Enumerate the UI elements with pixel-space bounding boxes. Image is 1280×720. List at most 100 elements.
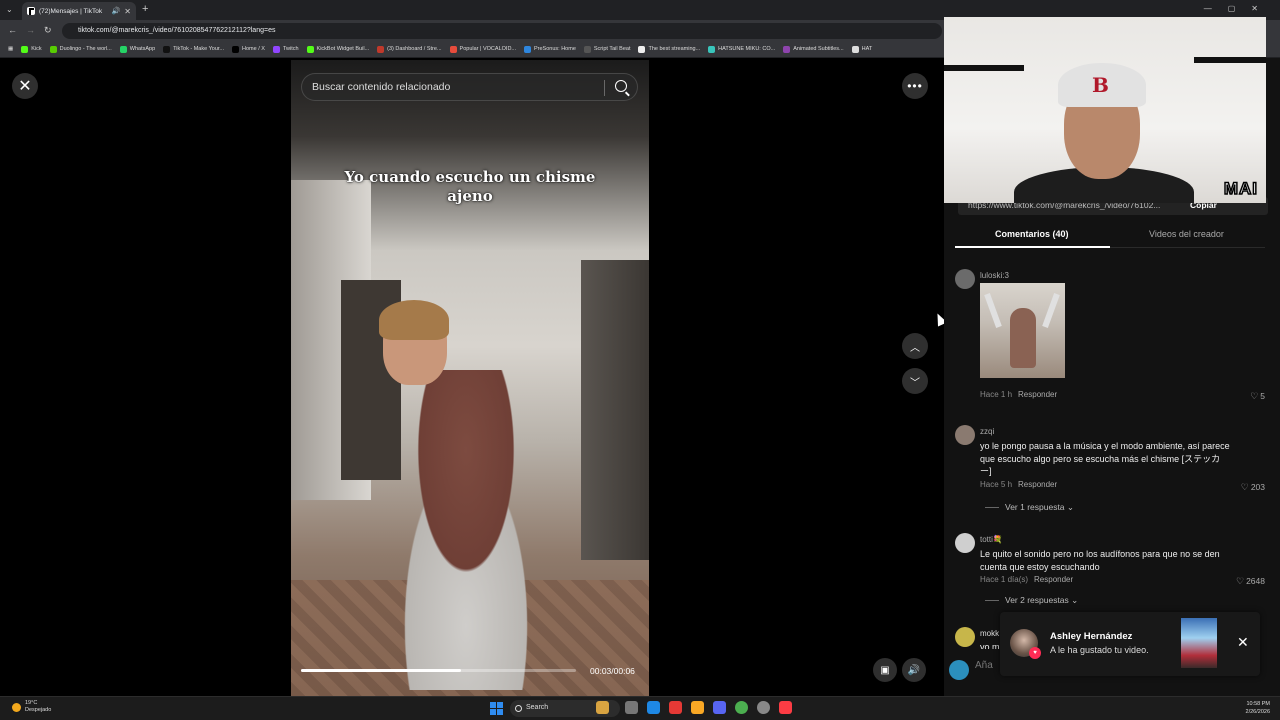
maximize-icon[interactable]: ▢	[1228, 4, 1236, 13]
comment-username[interactable]: mokk	[980, 629, 999, 638]
bookmark-item[interactable]: Home / X	[232, 45, 265, 53]
related-search-input[interactable]: Buscar contenido relacionado	[301, 73, 638, 101]
avatar[interactable]	[955, 425, 975, 445]
like-button[interactable]: ♡ 2648	[1236, 576, 1265, 587]
webcam-cap-logo: B	[1092, 73, 1109, 97]
browser-tab[interactable]: (72)Mensajes | TikTok 🔊 ✕	[22, 2, 136, 20]
bookmark-label: The best streaming...	[648, 46, 701, 52]
bookmark-item[interactable]: Twitch	[272, 45, 299, 53]
close-viewer-button[interactable]: ✕	[12, 73, 38, 99]
volume-icon: 🔊	[907, 664, 921, 676]
bookmark-item[interactable]: HATSUNE MIKU: CO...	[708, 45, 775, 53]
edge-icon[interactable]	[647, 701, 660, 714]
music-icon[interactable]	[779, 701, 792, 714]
volume-button[interactable]: 🔊	[902, 658, 926, 682]
settings-icon[interactable]	[757, 701, 770, 714]
like-button[interactable]: ♡ 203	[1241, 482, 1265, 493]
video-time: 00:03/00:06	[590, 666, 635, 676]
taskbar: 19°C Despejado Search 10:58 PM 2/26/2026	[0, 696, 1280, 720]
video-progress-fill	[301, 669, 461, 672]
like-count: 203	[1250, 482, 1265, 492]
heart-icon: ♡	[1250, 391, 1259, 401]
chrome-icon[interactable]	[735, 701, 748, 714]
weather-widget[interactable]: 19°C Despejado	[12, 700, 51, 714]
bookmark-item[interactable]: Animated Subtitles...	[783, 45, 844, 53]
task-view-icon[interactable]	[625, 701, 638, 714]
reply-button[interactable]: Responder	[1034, 575, 1073, 584]
comment-image-detail	[1042, 293, 1060, 328]
bookmark-item[interactable]: The best streaming...	[638, 45, 701, 53]
more-icon: •••	[907, 79, 923, 93]
clock[interactable]: 10:58 PM 2/26/2026	[1246, 700, 1270, 716]
tab-close-icon[interactable]: ✕	[124, 7, 131, 16]
bookmark-icon	[783, 45, 791, 53]
floating-player-button[interactable]: ▣	[873, 658, 897, 682]
avatar[interactable]	[955, 269, 975, 289]
heart-icon: ♡	[1236, 576, 1245, 586]
bookmark-label: TikTok - Make Your...	[173, 46, 225, 52]
windows-start-icon[interactable]	[490, 702, 503, 715]
view-replies-button[interactable]: Ver 2 respuestas ⌄	[985, 595, 1078, 606]
bookmark-item[interactable]: Duolingo - The worl...	[49, 45, 112, 53]
bookmark-item[interactable]: WhatsApp	[119, 45, 155, 53]
bookmark-item[interactable]: Popular | VOCALOID...	[449, 45, 516, 53]
url-field[interactable]: tiktok.com/@marekcris_/video/76102085477…	[62, 23, 942, 39]
weather-condition: Despejado	[25, 707, 52, 713]
bookmark-item[interactable]: KickBot Widget Buil...	[306, 45, 369, 53]
bookmark-label: PreSonus: Home	[534, 46, 576, 52]
sun-icon	[12, 702, 21, 712]
video-player[interactable]	[291, 60, 649, 696]
comment-item: totti💐 Le quito el sonido pero no los au…	[955, 533, 1275, 613]
search-placeholder: Buscar contenido relacionado	[312, 81, 451, 93]
bookmark-item[interactable]: (3) Dashboard / Stre...	[377, 45, 442, 53]
avatar[interactable]	[949, 660, 969, 680]
comment-meta: Hace 1 h Responder	[980, 390, 1057, 399]
tab-list-icon[interactable]: ⌄	[6, 5, 13, 14]
tab-comments[interactable]: Comentarios (40)	[995, 229, 1069, 239]
comment-username[interactable]: zzqi	[980, 427, 994, 436]
bookmark-icon	[638, 45, 646, 53]
replies-label: Ver 2 respuestas	[1005, 595, 1069, 605]
next-video-button[interactable]: ﹀	[902, 368, 928, 394]
previous-video-button[interactable]: ︿	[902, 333, 928, 359]
bookmark-icon	[449, 45, 457, 53]
bookmark-icon	[708, 45, 716, 53]
bookmark-item[interactable]: PreSonus: Home	[524, 45, 576, 53]
like-button[interactable]: ♡ 5	[1250, 391, 1265, 402]
bookmark-item[interactable]: Kick	[21, 45, 42, 53]
more-options-button[interactable]: •••	[902, 73, 928, 99]
comment-username[interactable]: totti💐	[980, 535, 1003, 544]
comment-image[interactable]	[980, 283, 1065, 378]
bookmark-label: HAT	[861, 46, 873, 52]
new-tab-button[interactable]: +	[142, 3, 148, 15]
notification-close-icon[interactable]: ✕	[1237, 634, 1249, 651]
speaker-icon[interactable]: 🔊	[112, 7, 121, 15]
tab-creator-videos[interactable]: Videos del creador	[1149, 229, 1224, 239]
bookmark-item[interactable]: TikTok - Make Your...	[163, 45, 225, 53]
bookmark-label: (3) Dashboard / Stre...	[387, 46, 442, 52]
window-close-icon[interactable]: ✕	[1251, 4, 1258, 13]
forward-icon[interactable]: →	[26, 25, 35, 35]
avatar[interactable]	[955, 627, 975, 647]
bookmark-item[interactable]: Script Tail Beat	[583, 45, 630, 53]
discord-icon[interactable]	[713, 701, 726, 714]
file-explorer-icon[interactable]	[691, 701, 704, 714]
tiktok-favicon-icon	[27, 7, 35, 15]
bookmark-icon	[524, 45, 531, 53]
reply-button[interactable]: Responder	[1018, 480, 1057, 489]
back-icon[interactable]: ←	[8, 25, 17, 35]
widgets-icon[interactable]	[596, 701, 609, 714]
search-icon[interactable]	[615, 80, 627, 92]
view-replies-button[interactable]: Ver 1 respuesta ⌄	[985, 502, 1074, 513]
bookmark-item[interactable]: HAT	[851, 45, 873, 53]
comment-meta: Hace 5 h Responder	[980, 480, 1057, 489]
avatar[interactable]	[955, 533, 975, 553]
reload-icon[interactable]: ↻	[44, 25, 52, 36]
reply-button[interactable]: Responder	[1018, 390, 1057, 399]
minimize-icon[interactable]: —	[1204, 4, 1212, 13]
app-icon[interactable]	[669, 701, 682, 714]
apps-icon[interactable]: ▦	[8, 46, 13, 52]
comment-username[interactable]: luloski:3	[980, 271, 1009, 280]
video-progress-bar[interactable]	[301, 669, 576, 672]
like-notification[interactable]: ♥ Ashley Hernández A le ha gustado tu vi…	[1000, 612, 1260, 676]
